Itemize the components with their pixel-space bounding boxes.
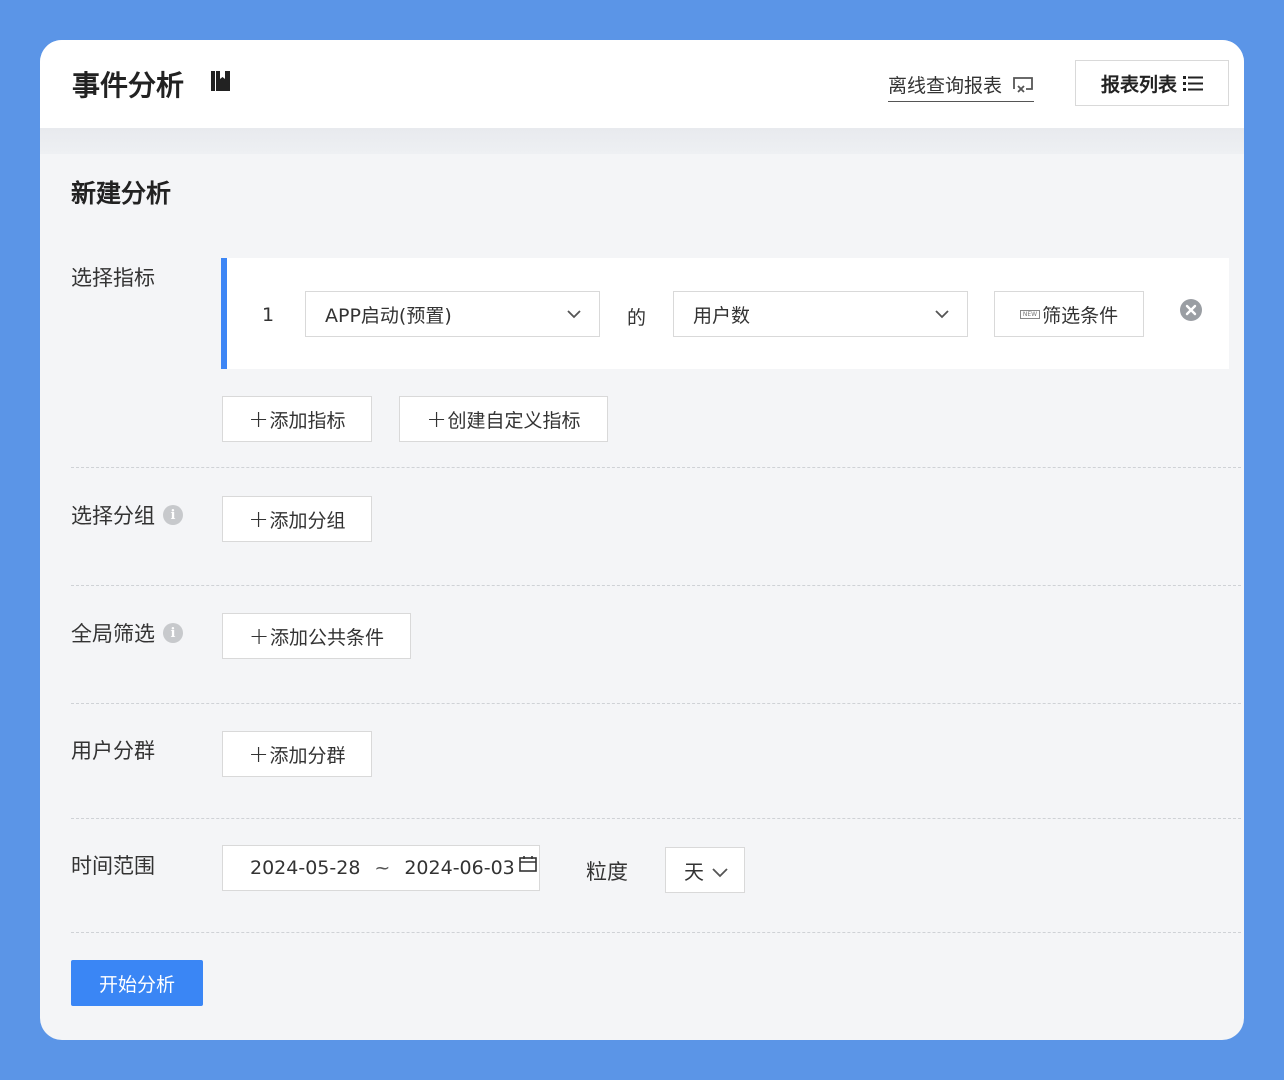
filter-condition-button[interactable]: NEW 筛选条件 <box>994 291 1144 337</box>
date-range-picker[interactable]: 2024-05-28 ~ 2024-06-03 <box>222 845 540 891</box>
header-shadow <box>40 128 1244 154</box>
divider <box>71 932 1241 933</box>
header-bar: 事件分析 离线查询报表 报表列表 <box>40 40 1244 128</box>
metric-row: 1 APP启动(预置) 的 用户数 NEW 筛选条件 <box>221 258 1229 369</box>
new-tag-icon: NEW <box>1019 309 1041 319</box>
plus-icon: + <box>248 505 269 533</box>
add-segment-button[interactable]: + 添加分群 <box>222 731 372 777</box>
filter-condition-label: 筛选条件 <box>1042 304 1119 327</box>
page-title: 事件分析 <box>72 69 185 102</box>
plus-icon: + <box>248 622 270 650</box>
add-common-condition-button[interactable]: + 添加公共条件 <box>222 613 411 659</box>
analysis-card: 事件分析 离线查询报表 报表列表 新建分析 选择指标 1 APP启动(预置) 的… <box>40 40 1244 1040</box>
of-label: 的 <box>627 307 647 329</box>
chevron-down-icon <box>712 868 728 878</box>
global-filter-label: 全局筛选 i <box>71 618 183 648</box>
close-circle-icon[interactable] <box>1179 298 1203 322</box>
create-custom-metric-button[interactable]: + 创建自定义指标 <box>399 396 608 442</box>
start-date: 2024-05-28 <box>250 857 361 879</box>
measure-select-value: 用户数 <box>693 304 751 327</box>
info-icon[interactable]: i <box>163 623 183 643</box>
metrics-label-text: 选择指标 <box>71 266 155 290</box>
divider <box>71 818 1241 819</box>
add-common-condition-label: 添加公共条件 <box>270 626 385 649</box>
plus-icon: + <box>248 405 269 433</box>
add-group-label: 添加分组 <box>269 509 346 532</box>
info-icon[interactable]: i <box>163 505 183 525</box>
add-metric-button[interactable]: + 添加指标 <box>222 396 372 442</box>
add-metric-label: 添加指标 <box>269 409 346 432</box>
metric-index: 1 <box>262 304 275 326</box>
add-group-button[interactable]: + 添加分组 <box>222 496 372 542</box>
report-list-button[interactable]: 报表列表 <box>1075 60 1229 106</box>
divider <box>71 467 1241 468</box>
offline-report-link[interactable]: 离线查询报表 <box>888 71 1035 102</box>
offline-report-label: 离线查询报表 <box>888 75 1003 97</box>
granularity-label: 粒度 <box>586 860 628 884</box>
date-separator: ~ <box>374 857 391 879</box>
event-select-value: APP启动(预置) <box>325 304 452 327</box>
list-icon <box>1183 76 1203 91</box>
calendar-icon <box>518 856 537 872</box>
time-range-label: 时间范围 <box>71 850 155 880</box>
end-date: 2024-06-03 <box>404 857 515 879</box>
chevron-down-icon <box>935 310 949 319</box>
measure-select[interactable]: 用户数 <box>673 291 968 337</box>
create-custom-metric-label: 创建自定义指标 <box>447 409 581 432</box>
group-label: 选择分组 i <box>71 500 183 530</box>
granularity-select[interactable]: 天 <box>665 847 745 893</box>
granularity-value: 天 <box>684 859 704 884</box>
divider <box>71 703 1241 704</box>
global-filter-label-text: 全局筛选 <box>71 622 155 646</box>
section-title: 新建分析 <box>71 179 172 208</box>
offline-report-icon <box>1013 76 1033 93</box>
segment-label: 用户分群 <box>71 735 155 765</box>
start-analysis-button[interactable]: 开始分析 <box>71 960 203 1006</box>
metrics-label: 选择指标 <box>71 262 155 292</box>
divider <box>71 585 1241 586</box>
group-label-text: 选择分组 <box>71 504 155 528</box>
segment-label-text: 用户分群 <box>71 739 155 763</box>
report-list-label: 报表列表 <box>1100 73 1177 96</box>
plus-icon: + <box>248 740 269 768</box>
chevron-down-icon <box>567 310 581 319</box>
event-select[interactable]: APP启动(预置) <box>305 291 600 337</box>
time-range-label-text: 时间范围 <box>71 854 155 878</box>
book-icon[interactable] <box>208 68 234 94</box>
add-segment-label: 添加分群 <box>269 744 346 767</box>
plus-icon: + <box>426 405 447 433</box>
